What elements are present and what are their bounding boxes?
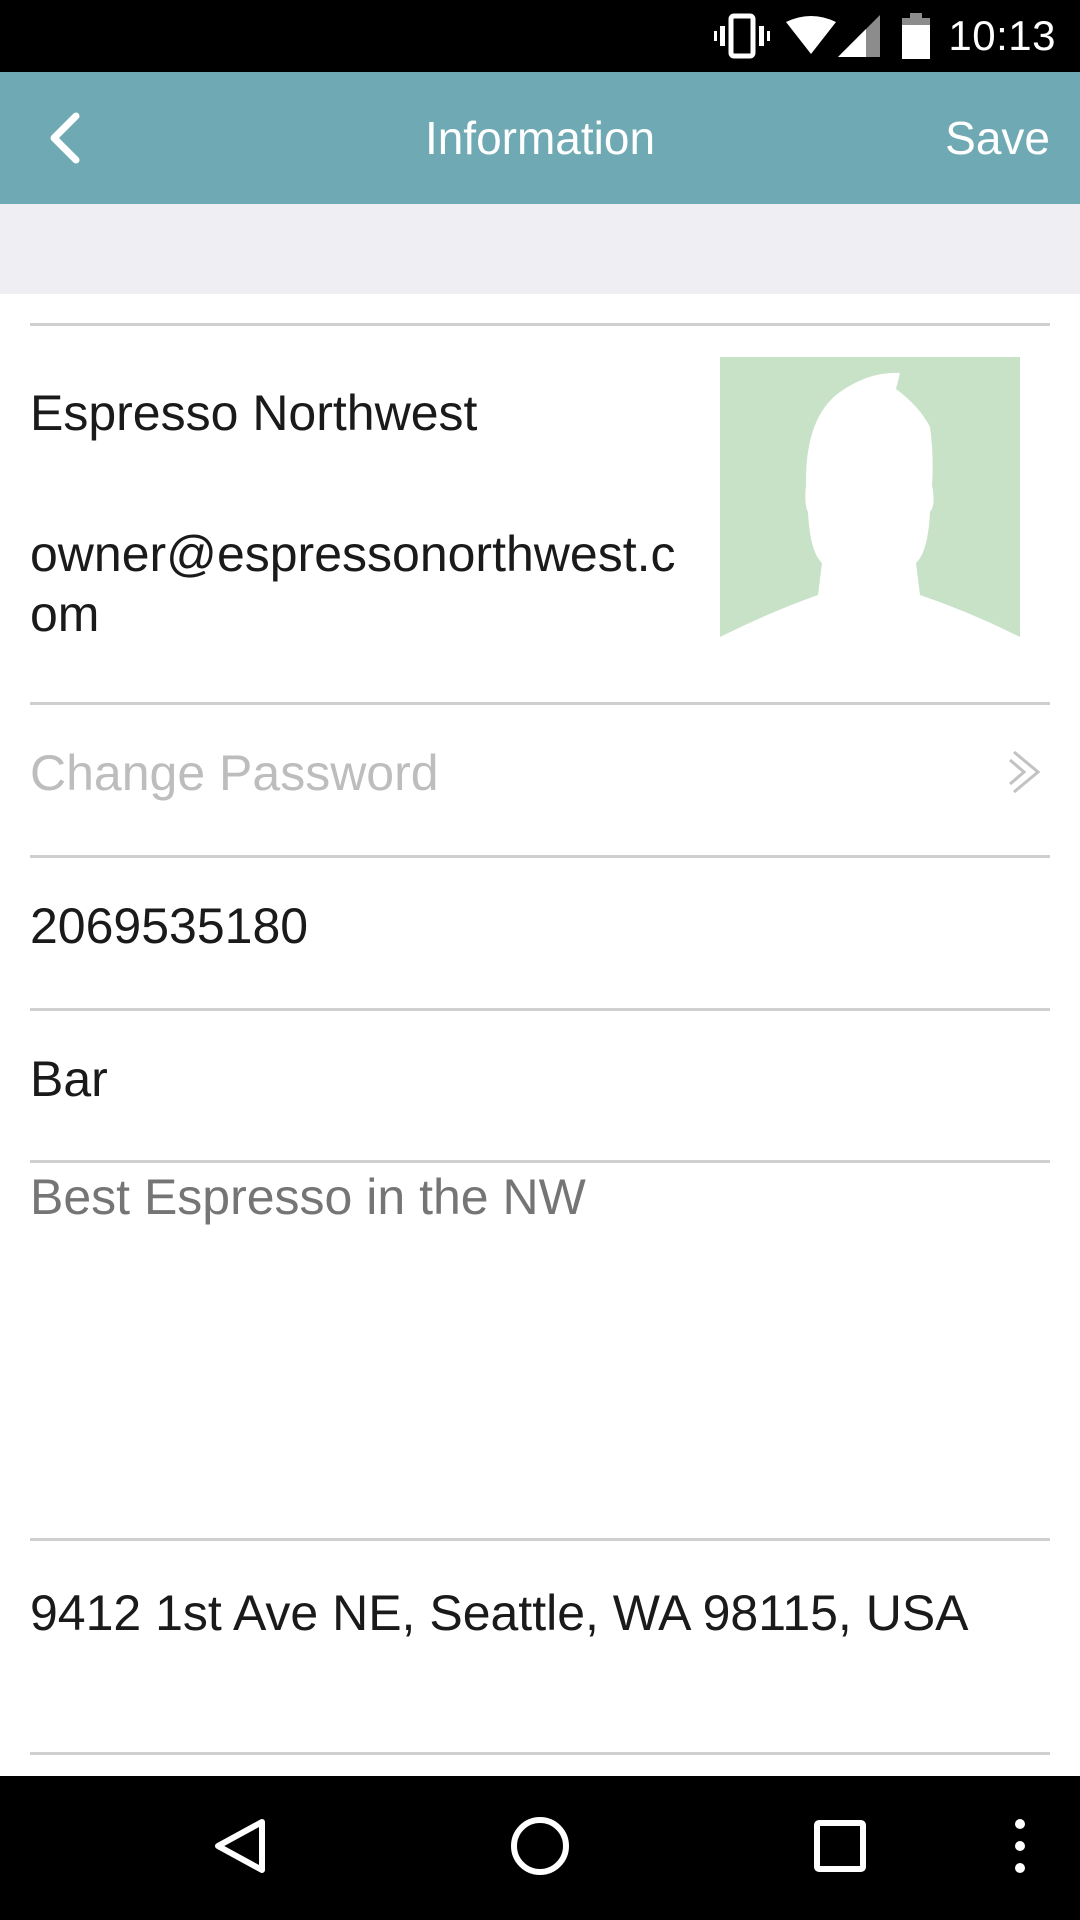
divider xyxy=(30,323,1050,326)
signal-icon xyxy=(838,15,881,57)
nav-recents-button[interactable] xyxy=(780,1776,900,1920)
wifi-icon xyxy=(786,16,837,56)
save-button[interactable]: Save xyxy=(945,72,1050,204)
back-button[interactable] xyxy=(30,102,102,174)
change-password-row[interactable]: Change Password xyxy=(30,744,439,802)
nav-back-button[interactable] xyxy=(180,1776,300,1920)
description-field[interactable]: Best Espresso in the NW xyxy=(30,1168,586,1226)
person-silhouette-icon xyxy=(720,372,1020,639)
section-spacer xyxy=(0,204,1080,294)
recents-square-icon xyxy=(812,1818,868,1879)
status-time: 10:13 xyxy=(948,12,1056,59)
overflow-menu-button[interactable] xyxy=(990,1776,1050,1920)
nav-home-button[interactable] xyxy=(480,1776,600,1920)
phone-field[interactable]: 2069535180 xyxy=(30,897,308,955)
divider xyxy=(30,855,1050,858)
vibrate-icon xyxy=(714,12,771,60)
overflow-menu-icon xyxy=(1010,1816,1030,1881)
status-icons: 10:13 xyxy=(714,0,1056,72)
navigation-bar xyxy=(0,1776,1080,1920)
business-name-field[interactable]: Espresso Northwest xyxy=(30,384,477,442)
home-circle-icon xyxy=(508,1814,572,1883)
email-field[interactable]: owner@espressonorthwest.com xyxy=(30,524,690,644)
divider xyxy=(30,1160,1050,1163)
category-field[interactable]: Bar xyxy=(30,1050,108,1108)
divider xyxy=(30,1752,1050,1755)
divider xyxy=(30,702,1050,705)
status-bar: 10:13 xyxy=(0,0,1080,72)
page-title: Information xyxy=(424,112,656,164)
divider xyxy=(30,1538,1050,1541)
chevron-left-icon xyxy=(30,112,102,178)
address-field[interactable]: 9412 1st Ave NE, Seattle, WA 98115, USA xyxy=(30,1584,969,1642)
chevron-right-icon[interactable] xyxy=(1008,748,1044,796)
avatar[interactable] xyxy=(720,357,1020,639)
divider xyxy=(30,1008,1050,1011)
battery-icon xyxy=(902,13,931,59)
app-bar: Information Save xyxy=(0,72,1080,204)
back-triangle-icon xyxy=(210,1816,270,1881)
